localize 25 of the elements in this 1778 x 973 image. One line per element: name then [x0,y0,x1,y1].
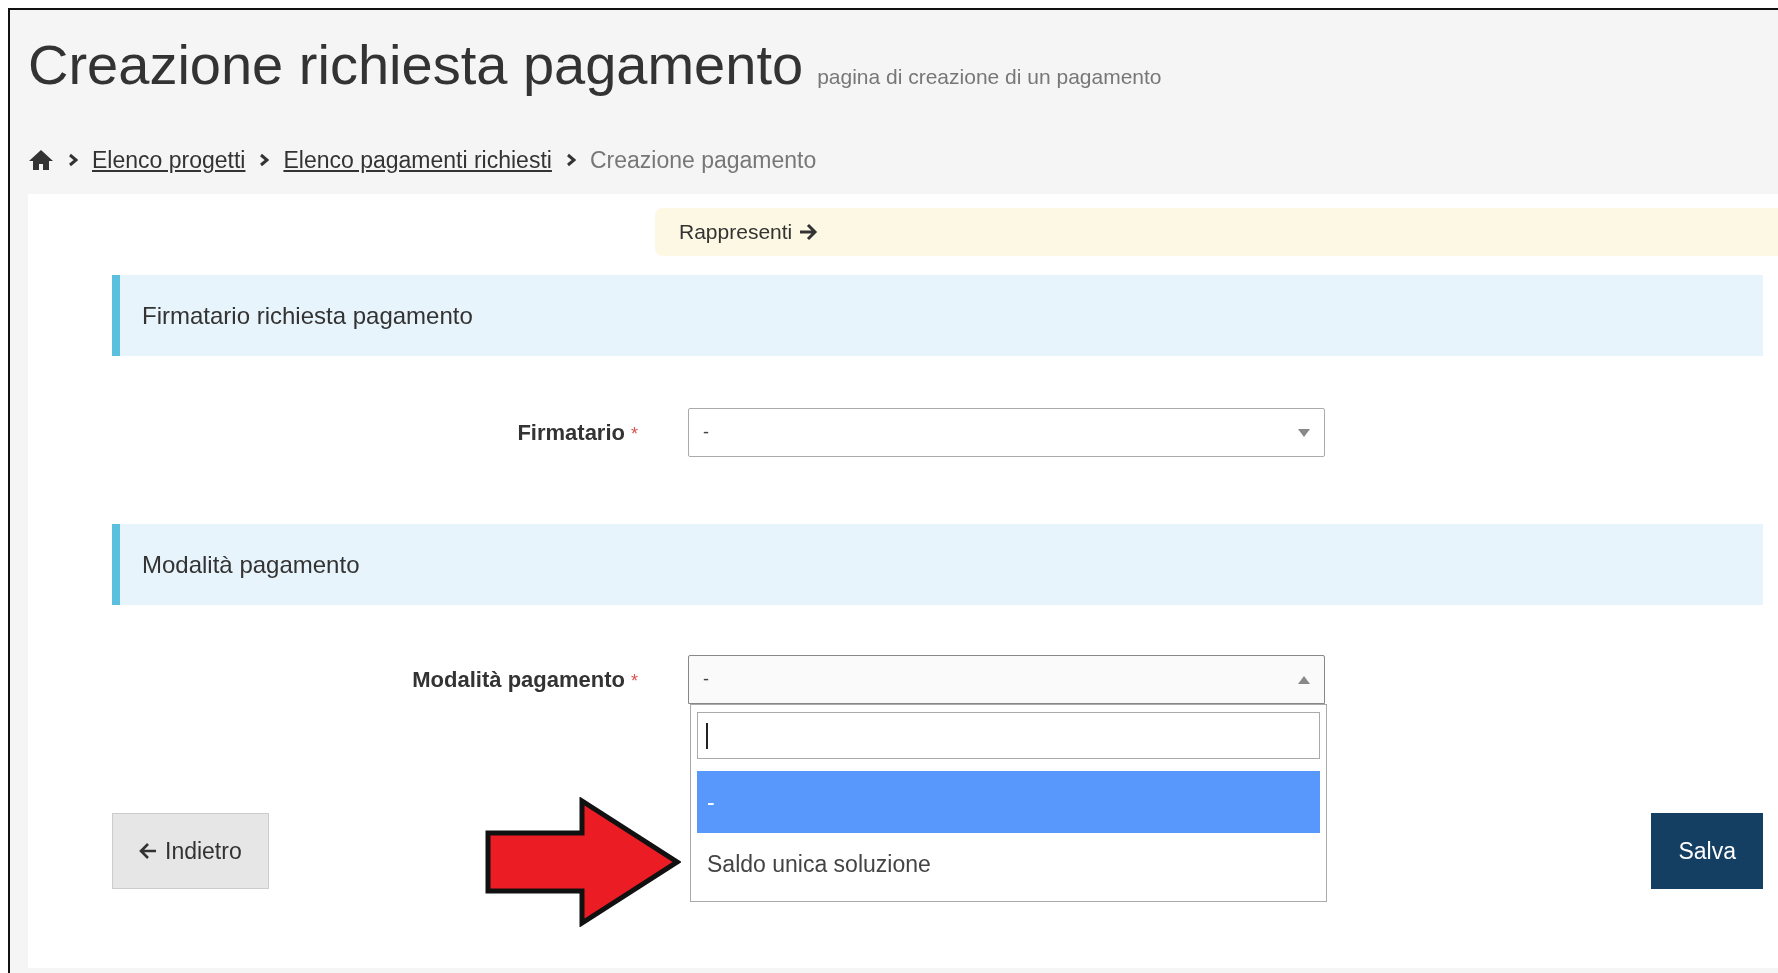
notice-text[interactable]: Rappresenti [679,220,793,244]
required-mark: * [631,423,638,445]
select-field[interactable]: - [688,655,1325,704]
chevron-icon [565,153,576,167]
dropdown-option[interactable]: Saldo unica soluzione [697,833,1320,895]
field-label: Modalità pagamento [412,666,625,693]
chevron-icon [259,153,270,167]
arrow-left-icon [139,842,157,860]
section-header: Firmatario richiesta pagamento [112,275,1763,356]
chevron-icon [68,153,78,167]
page-title: Creazione richiesta pagamento [28,32,804,97]
search-field[interactable] [697,712,1320,759]
save-button[interactable]: Salva [1651,813,1763,889]
breadcrumb-link[interactable]: Elenco progetti [92,146,246,174]
page-subtitle: pagina di creazione di un pagamento [817,65,1162,89]
text-cursor [706,722,708,749]
breadcrumb-link[interactable]: Elenco pagamenti richiesti [283,146,552,174]
field-label: Firmatario [517,419,625,446]
required-mark: * [631,670,638,692]
select-field[interactable]: - [688,408,1325,457]
arrow-right-icon [798,222,819,242]
breadcrumb-current: Creazione pagamento [589,146,817,174]
home-icon[interactable] [28,149,54,171]
back-button[interactable]: Indietro [112,813,269,889]
section-header: Modalità pagamento [112,524,1763,605]
